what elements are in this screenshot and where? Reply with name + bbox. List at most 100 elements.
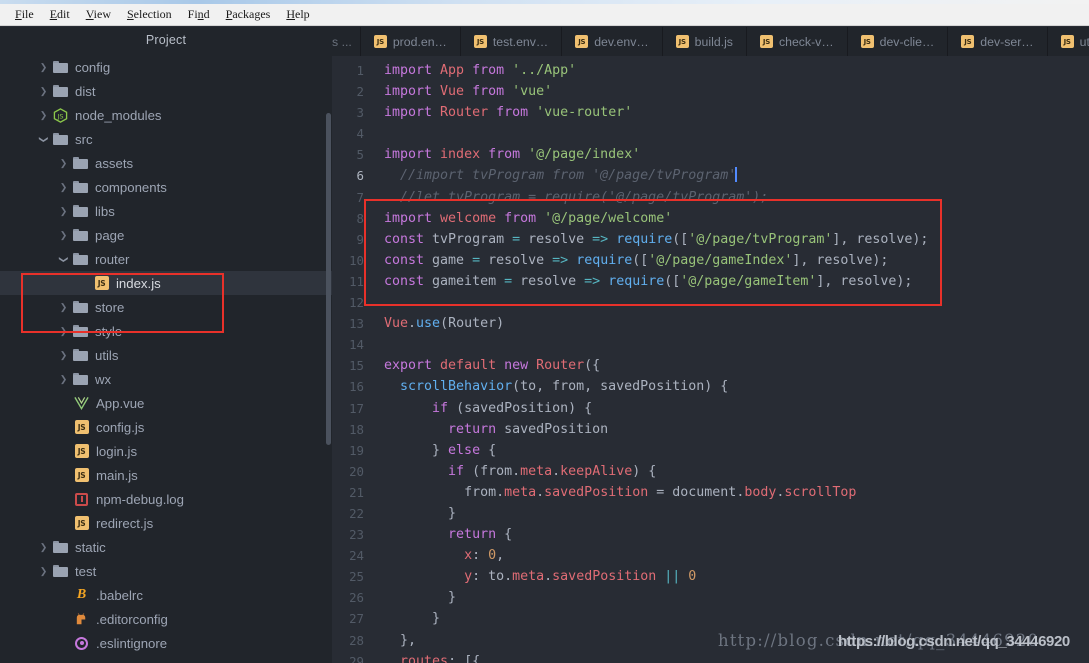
chevron-right-icon[interactable]: ❯ — [58, 302, 69, 312]
tree-item-page[interactable]: ❯ page — [0, 223, 332, 247]
code-token: ( — [464, 463, 481, 479]
menu-item-file[interactable]: File — [7, 6, 42, 23]
tree-item-main-js[interactable]: JS main.js — [0, 463, 332, 487]
tree-item-app-vue[interactable]: App.vue — [0, 391, 332, 415]
code-line[interactable]: 20 if (from.meta.keepAlive) { — [332, 461, 1089, 482]
chevron-right-icon[interactable]: ❯ — [58, 230, 69, 240]
menu-item-packages[interactable]: Packages — [218, 6, 279, 23]
code-line[interactable]: 26 } — [332, 587, 1089, 608]
code-token: . — [408, 316, 417, 332]
tree-item-babelrc[interactable]: B .babelrc — [0, 583, 332, 607]
menu-item-edit[interactable]: Edit — [42, 6, 78, 23]
code-token: '../App' — [512, 63, 577, 78]
tree-item-store[interactable]: ❯ store — [0, 295, 332, 319]
code-line[interactable]: 3 import Router from 'vue-router' — [332, 102, 1089, 123]
editor-tab-check-v[interactable]: JS check-v… — [746, 27, 848, 56]
code-line[interactable]: 13 Vue.use(Router) — [332, 313, 1089, 334]
code-line[interactable]: 11 const gameitem = resolve => require(['… — [332, 271, 1089, 292]
code-line[interactable]: 29 routes: [{ — [332, 651, 1089, 663]
tree-item-assets[interactable]: ❯ assets — [0, 151, 332, 175]
chevron-right-icon[interactable]: ❯ — [58, 326, 69, 336]
tree-item-wx[interactable]: ❯ wx — [0, 367, 332, 391]
code-line[interactable]: 6 //import tvProgram from '@/page/tvProg… — [332, 165, 1089, 186]
code-line[interactable]: 1 import App from '../App' — [332, 60, 1089, 81]
chevron-right-icon[interactable]: ❯ — [38, 62, 49, 72]
tree-item-eslintignore[interactable]: .eslintignore — [0, 631, 332, 655]
menu-item-find[interactable]: Find — [180, 6, 218, 23]
code-line[interactable]: 4 — [332, 123, 1089, 144]
tree-item-index-js[interactable]: JS index.js — [0, 271, 332, 295]
code-line[interactable]: 12 — [332, 292, 1089, 313]
tree-item-dist[interactable]: ❯ dist — [0, 79, 332, 103]
code-token: App — [440, 63, 465, 78]
editor-tab-dev-ser[interactable]: JS dev-ser… — [948, 27, 1048, 56]
tree-item-utils[interactable]: ❯ utils — [0, 343, 332, 367]
chevron-down-icon[interactable]: ❯ — [59, 254, 69, 265]
code-line-text: } else { — [384, 440, 1089, 461]
tree-item-login-js[interactable]: JS login.js — [0, 439, 332, 463]
tree-item-config[interactable]: ❯ config — [0, 55, 332, 79]
editor-tab-s[interactable]: s ... — [332, 27, 361, 56]
menu-item-selection[interactable]: Selection — [119, 6, 180, 23]
code-token: (Router) — [440, 316, 505, 332]
chevron-right-icon[interactable]: ❯ — [38, 110, 49, 120]
code-token: scrollTop — [784, 484, 857, 500]
chevron-right-icon[interactable]: ❯ — [58, 350, 69, 360]
menu-item-view[interactable]: View — [78, 6, 119, 23]
tree-item-label: src — [75, 131, 93, 147]
chevron-right-icon[interactable]: ❯ — [58, 374, 69, 384]
chevron-right-icon[interactable]: ❯ — [38, 566, 49, 576]
chevron-right-icon[interactable]: ❯ — [58, 158, 69, 168]
tree-item-components[interactable]: ❯ components — [0, 175, 332, 199]
tree-item-static[interactable]: ❯ static — [0, 535, 332, 559]
chevron-down-icon[interactable]: ❯ — [39, 134, 49, 145]
menu-item-help[interactable]: Help — [278, 6, 317, 23]
code-line[interactable]: 23 return { — [332, 524, 1089, 545]
js-icon: JS — [74, 444, 89, 459]
chevron-right-icon[interactable]: ❯ — [38, 86, 49, 96]
code-editor[interactable]: 1 import App from '../App' 2 import Vue fro… — [332, 56, 1089, 663]
code-line[interactable]: 15 export default new Router({ — [332, 355, 1089, 376]
editor-tab-dev-clie[interactable]: JS dev-clie… — [847, 27, 949, 56]
tree-item-style[interactable]: ❯ style — [0, 319, 332, 343]
folder-icon — [53, 564, 68, 579]
editor-tab-dev-env[interactable]: JS dev.env… — [562, 27, 663, 56]
tree-item-config-js[interactable]: JS config.js — [0, 415, 332, 439]
chevron-right-icon[interactable]: ❯ — [38, 542, 49, 552]
editor-tab-label: utils.js — [1079, 34, 1089, 49]
editor-tab-utils-js[interactable]: JS utils.js — [1047, 27, 1089, 56]
tree-item-router[interactable]: ❯ router — [0, 247, 332, 271]
tree-scrollbar[interactable] — [326, 113, 331, 445]
chevron-right-icon[interactable]: ❯ — [58, 182, 69, 192]
tree-item-label: static — [75, 539, 106, 555]
tree-item-libs[interactable]: ❯ libs — [0, 199, 332, 223]
code-line[interactable]: 10 const game = resolve => require(['@/pa… — [332, 250, 1089, 271]
code-line[interactable]: 9 const tvProgram = resolve => require(['… — [332, 229, 1089, 250]
tree-item-src[interactable]: ❯ src — [0, 127, 332, 151]
code-token: body — [744, 484, 777, 500]
code-line[interactable]: 25 y: to.meta.savedPosition || 0 — [332, 566, 1089, 587]
editor-tab-prod-en[interactable]: JS prod.en… — [360, 27, 461, 56]
code-token: if — [448, 463, 465, 479]
editor-tab-test-env[interactable]: JS test.env… — [460, 27, 563, 56]
code-line[interactable]: 22 } — [332, 503, 1089, 524]
code-line[interactable]: 21 from.meta.savedPosition = document.bo… — [332, 482, 1089, 503]
tree-item-test[interactable]: ❯ test — [0, 559, 332, 583]
code-line[interactable]: 18 return savedPosition — [332, 419, 1089, 440]
code-line[interactable]: 19 } else { — [332, 440, 1089, 461]
tree-item-editorconfig[interactable]: .editorconfig — [0, 607, 332, 631]
code-line[interactable]: 7 //let tvProgram = require('@/page/tvPr… — [332, 187, 1089, 208]
tree-item-redirect-js[interactable]: JS redirect.js — [0, 511, 332, 535]
code-line[interactable]: 14 — [332, 334, 1089, 355]
editor-tab-build-js[interactable]: JS build.js — [662, 27, 747, 56]
code-line[interactable]: 27 } — [332, 608, 1089, 629]
tree-item-node-modules[interactable]: ❯ JS node_modules — [0, 103, 332, 127]
code-line[interactable]: 5 import index from '@/page/index' — [332, 144, 1089, 165]
chevron-right-icon[interactable]: ❯ — [58, 206, 69, 216]
code-line[interactable]: 2 import Vue from 'vue' — [332, 81, 1089, 102]
code-line[interactable]: 16 scrollBehavior(to, from, savedPositio… — [332, 376, 1089, 397]
code-line[interactable]: 8 import welcome from '@/page/welcome' — [332, 208, 1089, 229]
tree-item-npm-debug-log[interactable]: npm-debug.log — [0, 487, 332, 511]
code-line[interactable]: 24 x: 0, — [332, 545, 1089, 566]
code-line[interactable]: 17 if (savedPosition) { — [332, 398, 1089, 419]
